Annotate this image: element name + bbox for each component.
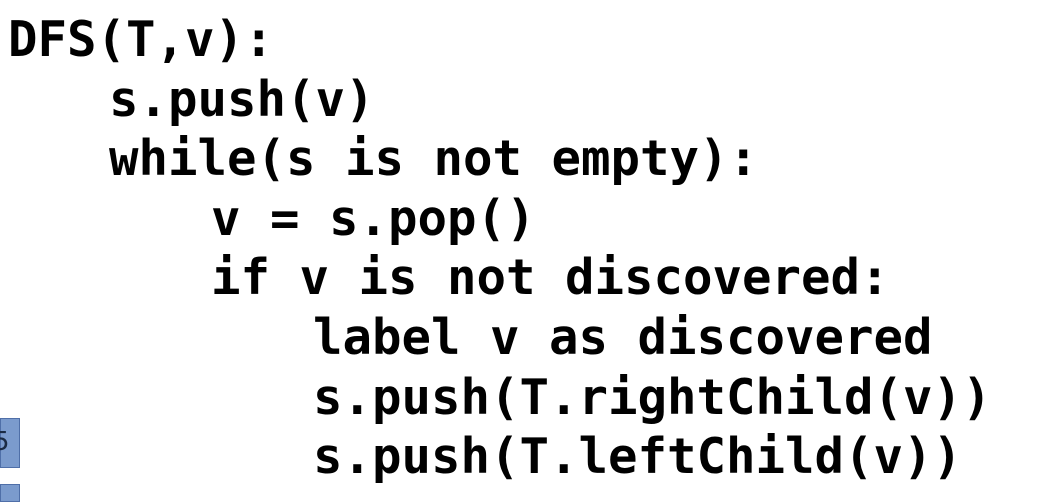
code-line-push-left-child: s.push(T.leftChild(v)) — [313, 428, 963, 486]
side-slide-box-upper: 5 — [0, 418, 20, 468]
side-box-number: 5 — [0, 427, 10, 457]
code-line-if-not-discovered: if v is not discovered: — [211, 249, 890, 307]
pseudocode-block: DFS(T,v): s.push(v) while(s is not empty):… — [8, 10, 992, 487]
code-line-push-right-child: s.push(T.rightChild(v)) — [313, 368, 992, 426]
side-slide-box-lower — [0, 484, 20, 502]
code-line-function-signature: DFS(T,v): — [8, 11, 274, 68]
code-line-push-start: s.push(v) — [109, 70, 375, 128]
code-line-label-discovered: label v as discovered — [313, 308, 933, 366]
code-line-while-loop: while(s is not empty): — [109, 130, 759, 188]
code-line-pop: v = s.pop() — [211, 189, 536, 247]
